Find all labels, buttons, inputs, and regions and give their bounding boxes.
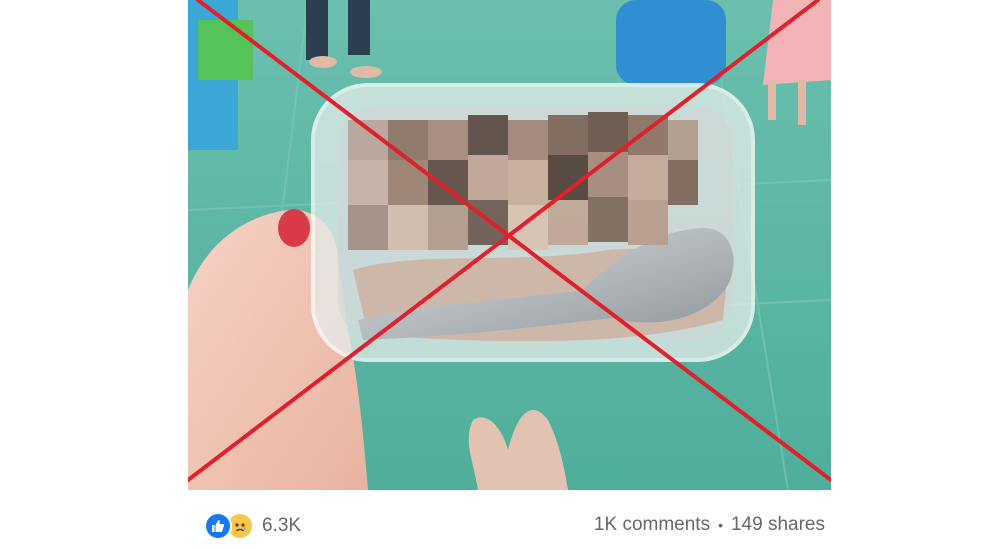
reaction-count: 6.3K: [262, 515, 302, 536]
shares-count-link[interactable]: 149 shares: [731, 514, 825, 536]
stats-separator: •: [718, 517, 723, 533]
like-icon: [204, 512, 232, 540]
post-photo[interactable]: [188, 0, 831, 490]
engagement-stats: 1K comments • 149 shares: [594, 514, 825, 536]
post-card: 6.3K 1K comments • 149 shares: [188, 0, 831, 549]
post-footer: 6.3K 1K comments • 149 shares: [188, 490, 831, 549]
reactions-summary[interactable]: 6.3K: [204, 512, 301, 540]
comments-count-link[interactable]: 1K comments: [594, 514, 710, 536]
food-photo-image: [188, 0, 831, 490]
